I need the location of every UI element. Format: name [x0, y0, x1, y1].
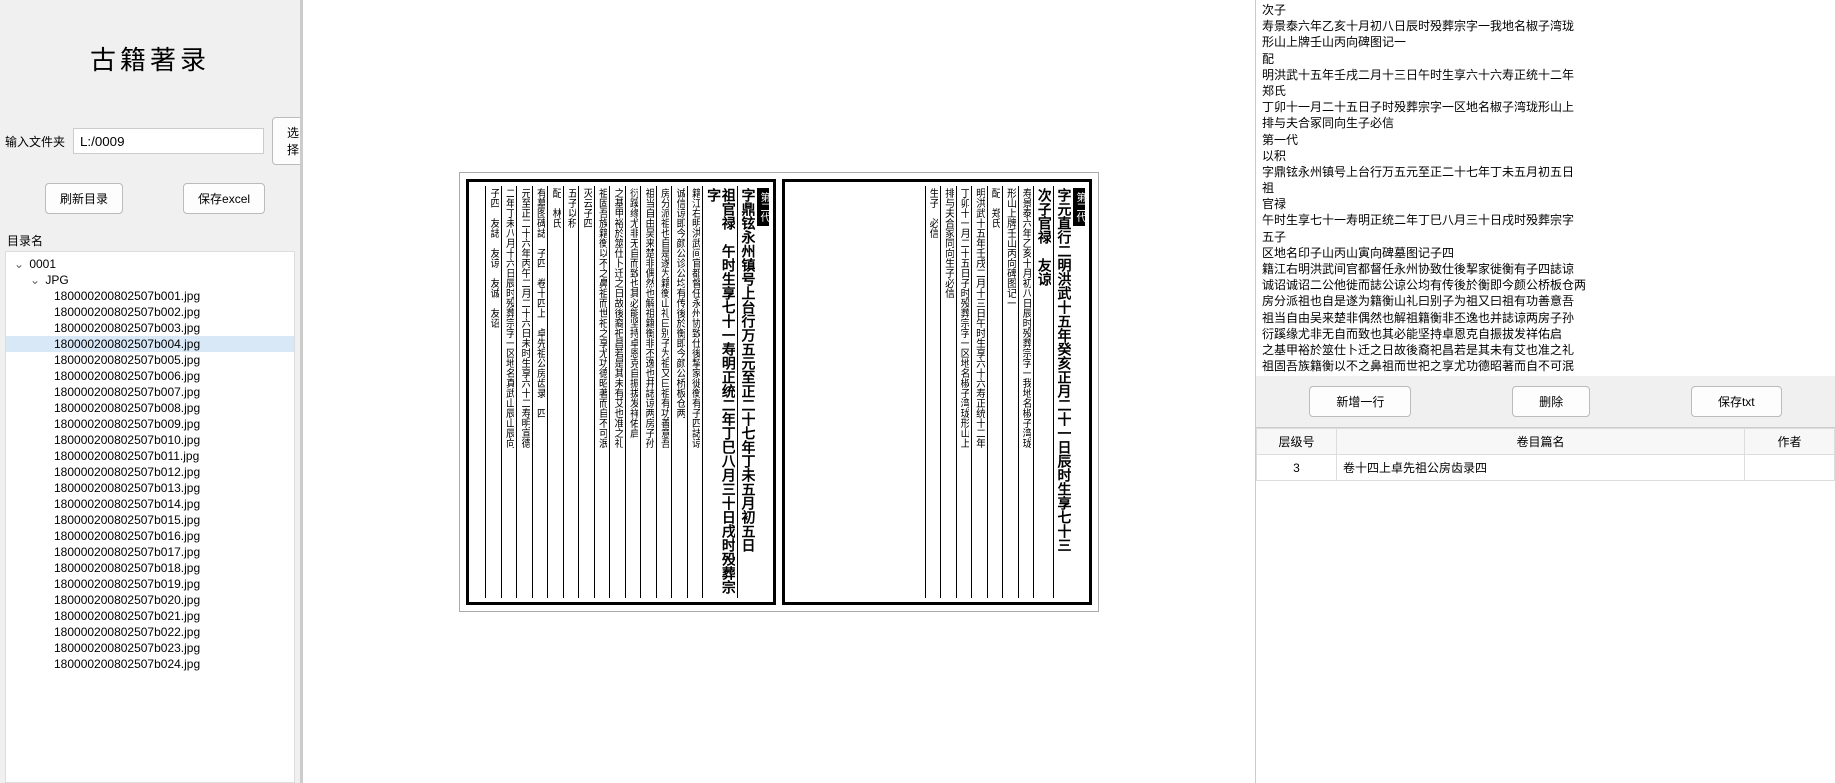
- chevron-down-icon: ⌄: [14, 257, 26, 271]
- tree-file[interactable]: 180000200802507b005.jpg: [6, 352, 294, 368]
- right-panel: 次子 寿景泰六年乙亥十月初八日辰时殁葬宗字一我地名椒子湾珑 形山上牌壬山丙向碑图…: [1255, 0, 1835, 783]
- left-panel: 古籍著录 输入文件夹 选择 刷新目录 保存excel 目录名 ⌄ 0001⌄ J…: [0, 0, 300, 783]
- tree-file[interactable]: 180000200802507b012.jpg: [6, 464, 294, 480]
- cell-title[interactable]: 卷十四上卓先祖公房齿录四: [1337, 455, 1745, 481]
- tree-file[interactable]: 180000200802507b016.jpg: [6, 528, 294, 544]
- cell-author[interactable]: [1745, 455, 1835, 481]
- text-column: 祖固吾族籍衡以不之鼻祖而世祀之享尤功德昭著而自不可泯: [594, 186, 608, 598]
- text-column: 配 林氏: [547, 186, 561, 598]
- tree-root[interactable]: ⌄ 0001: [6, 256, 294, 272]
- text-column: 子四 友誌 友谅 友诚 友诏: [485, 186, 499, 598]
- right-button-row: 新增一行 删除 保存txt: [1256, 376, 1835, 427]
- tree-file[interactable]: 180000200802507b014.jpg: [6, 496, 294, 512]
- text-column: 明洪武十五年壬戌二月十三日午时生享六十六寿正统十二年: [971, 186, 985, 598]
- page-banner: 第二代: [1073, 186, 1086, 598]
- tree-file[interactable]: 180000200802507b001.jpg: [6, 288, 294, 304]
- chevron-down-icon: ⌄: [30, 273, 42, 287]
- delete-button[interactable]: 删除: [1512, 386, 1590, 417]
- app-title: 古籍著录: [5, 40, 295, 77]
- text-column: 祖官禄 午时生享七十一寿明正统二年丁巳八月三十日戌时殁葬宗字: [702, 186, 734, 598]
- tree-file[interactable]: 180000200802507b007.jpg: [6, 384, 294, 400]
- text-column: 之基甲裕於筮仕卜迁之日故後裔祀昌若是其未有艾也准之礼: [609, 186, 623, 598]
- text-column: 灭云子四: [578, 186, 592, 598]
- text-column: 字元直行二明洪武十五年癸亥正月二十一日辰时生享七十三: [1053, 186, 1071, 598]
- text-column: 元至正二十六年丙午二月二十六日未时生享六十二寿明宣德: [516, 186, 530, 598]
- tree-file[interactable]: 180000200802507b008.jpg: [6, 400, 294, 416]
- text-column: 字鼎铉永州镇号上台行万五元至正二十七年丁未五月初五日: [737, 186, 755, 598]
- text-column: 丁卯十一月二十五日子时殁葬宗字一区地名椒子湾珑形山上: [956, 186, 970, 598]
- left-button-row: 刷新目录 保存excel: [45, 183, 295, 214]
- page-banner: 第二代: [757, 186, 770, 598]
- text-column: 籍江右明洪武间官都督任永州协致仕後挈家徙衡有子四誌谅: [687, 186, 701, 598]
- text-column: 排与夫合冢同向生子必信: [940, 186, 954, 598]
- tree-file[interactable]: 180000200802507b002.jpg: [6, 304, 294, 320]
- folder-input[interactable]: [73, 128, 264, 154]
- tree-file[interactable]: 180000200802507b018.jpg: [6, 560, 294, 576]
- transcript-text[interactable]: 次子 寿景泰六年乙亥十月初八日辰时殁葬宗字一我地名椒子湾珑 形山上牌壬山丙向碑图…: [1256, 0, 1835, 376]
- tree-file[interactable]: 180000200802507b013.jpg: [6, 480, 294, 496]
- tree-folder[interactable]: ⌄ JPG: [6, 272, 294, 288]
- tree-file[interactable]: 180000200802507b006.jpg: [6, 368, 294, 384]
- image-viewer[interactable]: 第二代字鼎铉永州镇号上台行万五元至正二十七年丁未五月初五日祖官禄 午时生享七十一…: [300, 0, 1255, 783]
- tree-file[interactable]: 180000200802507b009.jpg: [6, 416, 294, 432]
- save-excel-button[interactable]: 保存excel: [183, 183, 265, 214]
- tree-file[interactable]: 180000200802507b015.jpg: [6, 512, 294, 528]
- file-tree[interactable]: ⌄ 0001⌄ JPG180000200802507b001.jpg180000…: [5, 251, 295, 783]
- tree-file[interactable]: 180000200802507b011.jpg: [6, 448, 294, 464]
- add-row-button[interactable]: 新增一行: [1309, 386, 1411, 417]
- tree-file[interactable]: 180000200802507b017.jpg: [6, 544, 294, 560]
- text-column: 衍蹊缘尤非无自而致也其必能坚持卓恩克自振拔发祥佑启: [625, 186, 639, 598]
- refresh-button[interactable]: 刷新目录: [45, 183, 123, 214]
- text-column: 诚信谅即今颜公诊公均有传後於衡即今颜公桥板仓两: [671, 186, 685, 598]
- text-column: 房分派祖也自是遂为籍衡山礼曰别子为祖又曰祖有功善意吾: [656, 186, 670, 598]
- text-column: 形山上牌壬山丙向碑图记一: [1002, 186, 1016, 598]
- cell-level[interactable]: 3: [1257, 455, 1337, 481]
- tree-file[interactable]: 180000200802507b022.jpg: [6, 624, 294, 640]
- table-row[interactable]: 3卷十四上卓先祖公房齿录四: [1257, 455, 1835, 481]
- col-title: 卷目篇名: [1337, 429, 1745, 455]
- col-author: 作者: [1745, 429, 1835, 455]
- tree-file[interactable]: 180000200802507b003.jpg: [6, 320, 294, 336]
- folder-label: 输入文件夹: [5, 133, 65, 150]
- save-txt-button[interactable]: 保存txt: [1691, 386, 1782, 417]
- tree-header: 目录名: [7, 232, 295, 249]
- tree-file[interactable]: 180000200802507b023.jpg: [6, 640, 294, 656]
- tree-file[interactable]: 180000200802507b010.jpg: [6, 432, 294, 448]
- text-column: 二年丁未八月十六日辰时殁葬宗字一区地名真武山辰山辰向: [501, 186, 515, 598]
- text-column: 有墓图碑誌 子四 卷十四上 卓先祖公房齿录 四: [532, 186, 546, 598]
- tree-file[interactable]: 180000200802507b024.jpg: [6, 656, 294, 672]
- text-column: 次子官禄 友谅: [1033, 186, 1051, 598]
- text-column: 寿景泰六年乙亥十月初八日辰时殁葬宗字一我地名椒子湾珑: [1018, 186, 1032, 598]
- col-level: 层级号: [1257, 429, 1337, 455]
- text-column: 生子 必信: [925, 186, 939, 598]
- page-right: 第二代字元直行二明洪武十五年癸亥正月二十一日辰时生享七十三次子官禄 友谅寿景泰六…: [782, 179, 1092, 605]
- tree-file[interactable]: 180000200802507b021.jpg: [6, 608, 294, 624]
- page-left: 第二代字鼎铉永州镇号上台行万五元至正二十七年丁未五月初五日祖官禄 午时生享七十一…: [466, 179, 776, 605]
- text-column: 五子以积: [563, 186, 577, 598]
- tree-file[interactable]: 180000200802507b004.jpg: [6, 336, 294, 352]
- text-column: 祖当自由吴来楚非偶然也解祖籍衡非丕逸也并誌谅两房子孙: [640, 186, 654, 598]
- tree-file[interactable]: 180000200802507b020.jpg: [6, 592, 294, 608]
- metadata-grid[interactable]: 层级号 卷目篇名 作者 3卷十四上卓先祖公房齿录四: [1256, 427, 1835, 783]
- document-image: 第二代字鼎铉永州镇号上台行万五元至正二十七年丁未五月初五日祖官禄 午时生享七十一…: [459, 172, 1099, 612]
- folder-input-row: 输入文件夹 选择: [5, 117, 295, 165]
- text-column: 配 郑氏: [987, 186, 1001, 598]
- tree-file[interactable]: 180000200802507b019.jpg: [6, 576, 294, 592]
